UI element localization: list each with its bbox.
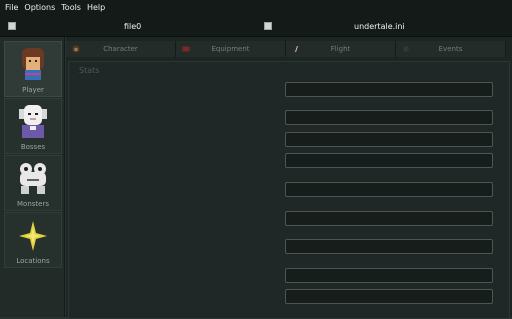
file-bar: file0 undertale.ini — [0, 16, 512, 37]
sidebar-item-label: Player — [22, 86, 44, 94]
save-file-name: file0 — [124, 21, 142, 31]
ini-file-name: undertale.ini — [354, 21, 405, 31]
stat-input[interactable] — [285, 110, 493, 125]
tab-label: Equipment — [211, 45, 250, 53]
sidebar-item-bosses[interactable]: Bosses — [4, 98, 62, 154]
sidebar: Player Bosses Monsters Locations — [0, 37, 65, 317]
stat-input[interactable] — [285, 211, 493, 226]
menu-tools[interactable]: Tools — [58, 0, 84, 16]
tab-label: Character — [103, 45, 138, 53]
file-icon — [8, 22, 16, 30]
tab-bar: Character Equipment Flight Events — [66, 41, 506, 57]
menu-file[interactable]: File — [0, 0, 21, 16]
stat-input[interactable] — [285, 153, 493, 168]
sidebar-item-label: Bosses — [20, 143, 46, 151]
froggit-icon — [20, 163, 46, 194]
save-star-icon — [19, 221, 47, 251]
flight-icon — [292, 45, 300, 53]
sidebar-item-label: Monsters — [17, 200, 49, 208]
tab-label: Flight — [330, 45, 351, 53]
tab-events[interactable]: Events — [396, 41, 506, 57]
stat-input[interactable] — [285, 132, 493, 147]
sidebar-item-player[interactable]: Player — [4, 41, 62, 97]
stat-input[interactable] — [285, 182, 493, 197]
tab-character[interactable]: Character — [66, 41, 176, 57]
stats-title: Stats — [79, 66, 100, 75]
menu-help[interactable]: Help — [84, 0, 108, 16]
stat-input[interactable] — [285, 239, 493, 254]
ini-file-slot[interactable]: undertale.ini — [264, 16, 504, 36]
tab-label: Events — [438, 45, 463, 53]
stats-group: Stats — [68, 61, 510, 319]
tab-equipment[interactable]: Equipment — [176, 41, 286, 57]
tab-flight[interactable]: Flight — [286, 41, 396, 57]
character-icon — [72, 45, 80, 53]
file-icon — [264, 22, 272, 30]
sidebar-item-locations[interactable]: Locations — [4, 212, 62, 268]
sidebar-item-monsters[interactable]: Monsters — [4, 155, 62, 211]
menu-options[interactable]: Options — [21, 0, 58, 16]
stat-input[interactable] — [285, 268, 493, 283]
editor-panel: Character Equipment Flight Events Stats — [66, 37, 512, 319]
toriel-icon — [19, 105, 47, 138]
sidebar-item-label: Locations — [16, 257, 50, 265]
save-file-slot[interactable]: file0 — [8, 16, 238, 36]
equipment-icon — [182, 46, 190, 52]
stat-input[interactable] — [285, 82, 493, 97]
frisk-icon — [22, 48, 44, 80]
events-icon — [403, 46, 409, 52]
menu-bar: File Options Tools Help — [0, 0, 512, 16]
stat-input[interactable] — [285, 289, 493, 304]
